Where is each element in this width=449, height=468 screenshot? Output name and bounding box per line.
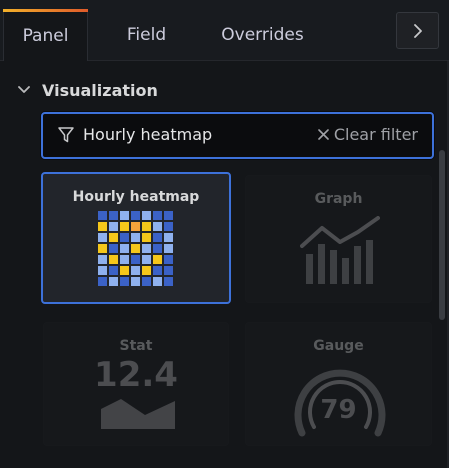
heatmap-cell bbox=[120, 233, 129, 242]
heatmap-cell bbox=[131, 255, 140, 264]
graph-icon bbox=[300, 216, 380, 284]
options-tab-bar: Panel Field Overrides bbox=[0, 0, 449, 61]
heatmap-cell bbox=[109, 222, 118, 231]
heatmap-cell bbox=[131, 233, 140, 242]
heatmap-cell bbox=[98, 277, 107, 286]
heatmap-cell bbox=[164, 211, 173, 220]
search-value: Hourly heatmap bbox=[83, 125, 213, 144]
filter-icon bbox=[58, 127, 74, 143]
heatmap-icon bbox=[98, 211, 173, 286]
heatmap-cell bbox=[120, 255, 129, 264]
heatmap-cell bbox=[109, 277, 118, 286]
heatmap-cell bbox=[131, 222, 140, 231]
stat-sparkline-icon bbox=[101, 399, 175, 429]
visualization-search-input[interactable]: Hourly heatmap Clear filter bbox=[41, 112, 434, 159]
heatmap-cell bbox=[109, 211, 118, 220]
tab-panel-label: Panel bbox=[22, 25, 69, 46]
heatmap-cell bbox=[153, 211, 162, 220]
viz-card-gauge[interactable]: Gauge 79 bbox=[245, 322, 432, 446]
stat-preview-value: 12.4 bbox=[94, 355, 178, 395]
scrollbar[interactable] bbox=[439, 150, 445, 320]
heatmap-cell bbox=[120, 222, 129, 231]
heatmap-cell bbox=[98, 266, 107, 275]
heatmap-cell bbox=[120, 211, 129, 220]
visualization-section-header[interactable]: Visualization bbox=[18, 76, 158, 104]
heatmap-cell bbox=[98, 255, 107, 264]
heatmap-cell bbox=[120, 277, 129, 286]
heatmap-cell bbox=[164, 222, 173, 231]
heatmap-cell bbox=[164, 233, 173, 242]
heatmap-cell bbox=[109, 266, 118, 275]
heatmap-cell bbox=[98, 244, 107, 253]
heatmap-cell bbox=[109, 233, 118, 242]
tab-panel[interactable]: Panel bbox=[3, 9, 88, 61]
heatmap-cell bbox=[120, 266, 129, 275]
heatmap-cell bbox=[164, 277, 173, 286]
heatmap-cell bbox=[142, 266, 151, 275]
heatmap-cell bbox=[98, 233, 107, 242]
viz-card-hourly-heatmap[interactable]: Hourly heatmap bbox=[41, 172, 231, 304]
heatmap-cell bbox=[164, 266, 173, 275]
heatmap-cell bbox=[142, 244, 151, 253]
tab-field[interactable]: Field bbox=[108, 9, 185, 61]
chevron-down-icon bbox=[18, 86, 30, 93]
heatmap-cell bbox=[153, 233, 162, 242]
heatmap-cell bbox=[164, 244, 173, 253]
heatmap-cell bbox=[131, 266, 140, 275]
heatmap-cell bbox=[98, 222, 107, 231]
viz-card-title: Hourly heatmap bbox=[72, 189, 200, 205]
heatmap-cell bbox=[153, 244, 162, 253]
heatmap-cell bbox=[131, 277, 140, 286]
heatmap-cell bbox=[142, 255, 151, 264]
heatmap-cell bbox=[120, 244, 129, 253]
heatmap-cell bbox=[109, 255, 118, 264]
heatmap-cell bbox=[142, 277, 151, 286]
heatmap-cell bbox=[142, 211, 151, 220]
viz-card-stat[interactable]: Stat 12.4 bbox=[43, 322, 229, 446]
collapse-options-button[interactable] bbox=[396, 12, 439, 49]
heatmap-cell bbox=[98, 211, 107, 220]
heatmap-cell bbox=[131, 211, 140, 220]
heatmap-cell bbox=[142, 233, 151, 242]
clear-filter-label: Clear filter bbox=[333, 125, 418, 144]
section-title: Visualization bbox=[42, 80, 158, 100]
heatmap-cell bbox=[153, 255, 162, 264]
close-icon bbox=[318, 129, 329, 140]
heatmap-cell bbox=[164, 255, 173, 264]
heatmap-cell bbox=[153, 222, 162, 231]
heatmap-cell bbox=[153, 266, 162, 275]
heatmap-cell bbox=[109, 244, 118, 253]
gauge-preview-value: 79 bbox=[320, 395, 357, 425]
tab-field-label: Field bbox=[126, 25, 167, 45]
tab-overrides[interactable]: Overrides bbox=[210, 9, 315, 61]
heatmap-cell bbox=[142, 222, 151, 231]
chevron-right-icon bbox=[413, 23, 422, 38]
heatmap-cell bbox=[153, 277, 162, 286]
clear-filter-button[interactable]: Clear filter bbox=[318, 125, 418, 144]
viz-card-graph[interactable]: Graph bbox=[245, 175, 432, 303]
viz-card-title: Graph bbox=[314, 191, 363, 207]
heatmap-cell bbox=[131, 244, 140, 253]
tab-overrides-label: Overrides bbox=[221, 25, 304, 45]
viz-card-title: Gauge bbox=[313, 338, 364, 354]
viz-card-title: Stat bbox=[119, 338, 153, 354]
